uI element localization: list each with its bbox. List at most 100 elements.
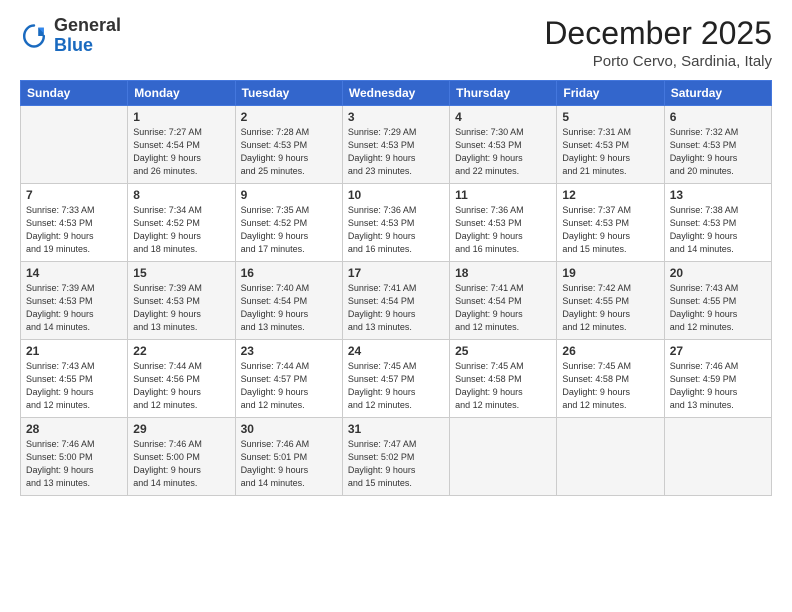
day-info: Sunrise: 7:39 AM Sunset: 4:53 PM Dayligh…	[133, 282, 229, 334]
calendar-cell: 15 Sunrise: 7:39 AM Sunset: 4:53 PM Dayli…	[128, 262, 235, 340]
day-number: 14	[26, 266, 122, 280]
calendar-cell: 21Sunrise: 7:43 AM Sunset: 4:55 PM Dayli…	[21, 340, 128, 418]
location-title: Porto Cervo, Sardinia, Italy	[544, 53, 772, 70]
day-info: Sunrise: 7:46 AM Sunset: 5:00 PM Dayligh…	[26, 438, 122, 490]
calendar-cell: 14Sunrise: 7:39 AM Sunset: 4:53 PM Dayli…	[21, 262, 128, 340]
calendar-cell	[664, 418, 771, 496]
calendar-cell	[557, 418, 664, 496]
day-number: 25	[455, 344, 551, 358]
day-info: Sunrise: 7:31 AM Sunset: 4:53 PM Dayligh…	[562, 126, 658, 178]
day-info: Sunrise: 7:45 AM Sunset: 4:58 PM Dayligh…	[455, 360, 551, 412]
day-number: 21	[26, 344, 122, 358]
day-number: 11	[455, 188, 551, 202]
calendar-cell: 6 Sunrise: 7:32 AM Sunset: 4:53 PM Daylig…	[664, 106, 771, 184]
day-number: 19	[562, 266, 658, 280]
day-info: Sunrise: 7:46 AM Sunset: 5:00 PM Dayligh…	[133, 438, 229, 490]
calendar-cell: 8Sunrise: 7:34 AM Sunset: 4:52 PM Daylig…	[128, 184, 235, 262]
title-block: December 2025 Porto Cervo, Sardinia, Ita…	[544, 16, 772, 70]
logo-general: General	[54, 15, 121, 35]
day-number: 6	[670, 110, 766, 124]
day-number: 9	[241, 188, 337, 202]
day-info: Sunrise: 7:46 AM Sunset: 4:59 PM Dayligh…	[670, 360, 766, 412]
calendar-cell: 2 Sunrise: 7:28 AM Sunset: 4:53 PM Daylig…	[235, 106, 342, 184]
calendar-cell: 3 Sunrise: 7:29 AM Sunset: 4:53 PM Daylig…	[342, 106, 449, 184]
calendar-cell: 22 Sunrise: 7:44 AM Sunset: 4:56 PM Dayli…	[128, 340, 235, 418]
day-info: Sunrise: 7:47 AM Sunset: 5:02 PM Dayligh…	[348, 438, 444, 490]
day-number: 17	[348, 266, 444, 280]
calendar-week-row: 28Sunrise: 7:46 AM Sunset: 5:00 PM Dayli…	[21, 418, 772, 496]
day-info: Sunrise: 7:36 AM Sunset: 4:53 PM Dayligh…	[455, 204, 551, 256]
calendar-cell: 27Sunrise: 7:46 AM Sunset: 4:59 PM Dayli…	[664, 340, 771, 418]
day-info: Sunrise: 7:41 AM Sunset: 4:54 PM Dayligh…	[348, 282, 444, 334]
day-number: 1	[133, 110, 229, 124]
day-number: 24	[348, 344, 444, 358]
calendar-cell: 7 Sunrise: 7:33 AM Sunset: 4:53 PM Daylig…	[21, 184, 128, 262]
calendar-day-header: Sunday	[21, 81, 128, 106]
day-number: 7	[26, 188, 122, 202]
calendar-cell: 28Sunrise: 7:46 AM Sunset: 5:00 PM Dayli…	[21, 418, 128, 496]
day-info: Sunrise: 7:44 AM Sunset: 4:56 PM Dayligh…	[133, 360, 229, 412]
day-info: Sunrise: 7:29 AM Sunset: 4:53 PM Dayligh…	[348, 126, 444, 178]
day-info: Sunrise: 7:46 AM Sunset: 5:01 PM Dayligh…	[241, 438, 337, 490]
calendar-cell: 26 Sunrise: 7:45 AM Sunset: 4:58 PM Dayli…	[557, 340, 664, 418]
day-number: 5	[562, 110, 658, 124]
calendar-cell: 16 Sunrise: 7:40 AM Sunset: 4:54 PM Dayli…	[235, 262, 342, 340]
calendar-cell: 11 Sunrise: 7:36 AM Sunset: 4:53 PM Dayli…	[450, 184, 557, 262]
day-number: 3	[348, 110, 444, 124]
day-number: 2	[241, 110, 337, 124]
calendar-day-header: Monday	[128, 81, 235, 106]
day-number: 16	[241, 266, 337, 280]
calendar-cell: 24 Sunrise: 7:45 AM Sunset: 4:57 PM Dayli…	[342, 340, 449, 418]
calendar-cell: 29 Sunrise: 7:46 AM Sunset: 5:00 PM Dayli…	[128, 418, 235, 496]
day-info: Sunrise: 7:45 AM Sunset: 4:58 PM Dayligh…	[562, 360, 658, 412]
calendar-day-header: Wednesday	[342, 81, 449, 106]
day-info: Sunrise: 7:44 AM Sunset: 4:57 PM Dayligh…	[241, 360, 337, 412]
month-title: December 2025	[544, 16, 772, 51]
day-info: Sunrise: 7:33 AM Sunset: 4:53 PM Dayligh…	[26, 204, 122, 256]
day-info: Sunrise: 7:36 AM Sunset: 4:53 PM Dayligh…	[348, 204, 444, 256]
calendar-cell: 23Sunrise: 7:44 AM Sunset: 4:57 PM Dayli…	[235, 340, 342, 418]
day-info: Sunrise: 7:35 AM Sunset: 4:52 PM Dayligh…	[241, 204, 337, 256]
calendar-day-header: Thursday	[450, 81, 557, 106]
day-info: Sunrise: 7:42 AM Sunset: 4:55 PM Dayligh…	[562, 282, 658, 334]
calendar-day-header: Tuesday	[235, 81, 342, 106]
day-number: 18	[455, 266, 551, 280]
day-info: Sunrise: 7:32 AM Sunset: 4:53 PM Dayligh…	[670, 126, 766, 178]
day-info: Sunrise: 7:27 AM Sunset: 4:54 PM Dayligh…	[133, 126, 229, 178]
day-info: Sunrise: 7:38 AM Sunset: 4:53 PM Dayligh…	[670, 204, 766, 256]
calendar-day-header: Friday	[557, 81, 664, 106]
calendar-header-row: SundayMondayTuesdayWednesdayThursdayFrid…	[21, 81, 772, 106]
day-number: 30	[241, 422, 337, 436]
day-number: 10	[348, 188, 444, 202]
calendar-cell: 30 Sunrise: 7:46 AM Sunset: 5:01 PM Dayli…	[235, 418, 342, 496]
day-info: Sunrise: 7:28 AM Sunset: 4:53 PM Dayligh…	[241, 126, 337, 178]
day-number: 13	[670, 188, 766, 202]
day-number: 20	[670, 266, 766, 280]
calendar-cell: 12Sunrise: 7:37 AM Sunset: 4:53 PM Dayli…	[557, 184, 664, 262]
calendar-week-row: 21Sunrise: 7:43 AM Sunset: 4:55 PM Dayli…	[21, 340, 772, 418]
day-number: 8	[133, 188, 229, 202]
logo-icon	[20, 22, 48, 50]
day-info: Sunrise: 7:30 AM Sunset: 4:53 PM Dayligh…	[455, 126, 551, 178]
day-number: 29	[133, 422, 229, 436]
day-info: Sunrise: 7:41 AM Sunset: 4:54 PM Dayligh…	[455, 282, 551, 334]
day-info: Sunrise: 7:40 AM Sunset: 4:54 PM Dayligh…	[241, 282, 337, 334]
day-number: 22	[133, 344, 229, 358]
day-number: 26	[562, 344, 658, 358]
calendar-table: SundayMondayTuesdayWednesdayThursdayFrid…	[20, 80, 772, 496]
calendar-cell	[21, 106, 128, 184]
calendar-cell: 4 Sunrise: 7:30 AM Sunset: 4:53 PM Daylig…	[450, 106, 557, 184]
logo-blue: Blue	[54, 35, 93, 55]
calendar-week-row: 14 Sunrise: 7:39 AM Sunset: 4:53 PM Dayli…	[21, 262, 772, 340]
day-number: 4	[455, 110, 551, 124]
logo: General Blue	[20, 16, 121, 56]
day-info: Sunrise: 7:43 AM Sunset: 4:55 PM Dayligh…	[670, 282, 766, 334]
calendar-cell: 19 Sunrise: 7:42 AM Sunset: 4:55 PM Dayli…	[557, 262, 664, 340]
calendar-body: 1 Sunrise: 7:27 AM Sunset: 4:54 PM Daylig…	[21, 106, 772, 496]
day-number: 15	[133, 266, 229, 280]
calendar-cell: 9 Sunrise: 7:35 AM Sunset: 4:52 PM Daylig…	[235, 184, 342, 262]
calendar-week-row: 1 Sunrise: 7:27 AM Sunset: 4:54 PM Daylig…	[21, 106, 772, 184]
calendar-cell: 1 Sunrise: 7:27 AM Sunset: 4:54 PM Daylig…	[128, 106, 235, 184]
calendar-cell: 13 Sunrise: 7:38 AM Sunset: 4:53 PM Dayli…	[664, 184, 771, 262]
day-info: Sunrise: 7:45 AM Sunset: 4:57 PM Dayligh…	[348, 360, 444, 412]
